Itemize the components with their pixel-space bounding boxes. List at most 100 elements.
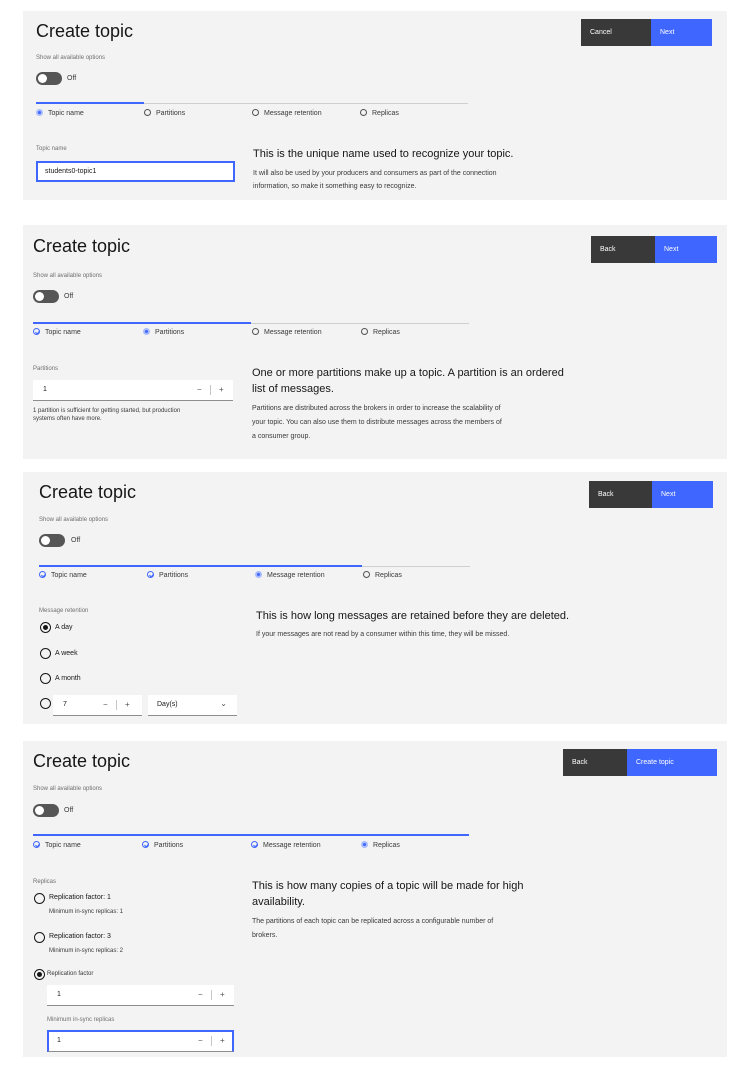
checkmark-outline-icon [251,841,258,848]
step-label: Replicas [375,572,402,579]
replicas-label: Replicas [33,879,57,885]
next-button[interactable]: Next [655,236,717,263]
description-body-line: If your messages are not read by a consu… [256,631,510,638]
retention-radio-custom[interactable] [40,698,51,709]
show-options-label: Show all available options [39,517,109,523]
increment-button[interactable]: + [219,385,224,394]
decrement-button[interactable]: − [197,385,202,394]
circle-outline-icon [252,109,259,116]
step-message-retention[interactable]: Message retention [252,109,322,119]
retention-radio-month[interactable] [40,673,51,684]
radio-filled-icon [361,841,368,848]
step-topic-name[interactable]: Topic name [39,571,87,581]
step-topic-name[interactable]: Topic name [33,328,81,338]
step-replicas[interactable]: Replicas [360,109,399,119]
step-message-retention[interactable]: Message retention [255,571,325,581]
replication-option-label: Replication factor [47,971,94,977]
min-insync-value: 1 [57,1037,61,1044]
circle-outline-icon [360,109,367,116]
step-topic-name[interactable]: Topic name [36,109,84,119]
replication-radio-1[interactable] [34,893,45,904]
step-message-retention[interactable]: Message retention [251,841,321,851]
back-button[interactable]: Back [563,749,627,776]
partitions-value: 1 [43,386,47,393]
circle-outline-icon [363,571,370,578]
stepper-divider [211,990,212,1000]
step-replicas[interactable]: Replicas [361,841,400,851]
toggle-state-label: Off [67,75,77,82]
toggle-knob [35,806,44,815]
step-partitions[interactable]: Partitions [144,109,185,119]
topic-name-input[interactable]: students0-topic1 [36,161,235,182]
next-button[interactable]: Next [652,481,713,508]
step-label: Replicas [372,110,399,117]
replication-radio-3[interactable] [34,932,45,943]
step-label: Replicas [373,842,400,849]
step-label: Topic name [45,329,81,336]
page-title: Create topic [33,236,131,256]
description-heading: This is how many copies of a topic will … [252,880,524,892]
retention-radio-week[interactable] [40,648,51,659]
min-insync-label: Minimum in-sync replicas [47,1017,115,1023]
replication-factor-input[interactable]: 1 − + [47,985,234,1006]
description-body-line: Partitions are distributed across the br… [252,405,501,412]
retention-option-label: A month [55,675,81,682]
step-replicas[interactable]: Replicas [361,328,400,338]
next-button[interactable]: Next [651,19,712,46]
step-message-retention[interactable]: Message retention [252,328,322,338]
show-options-label: Show all available options [33,786,103,792]
show-options-toggle[interactable] [39,534,65,547]
step-partitions[interactable]: Partitions [142,841,183,851]
show-options-label: Show all available options [33,273,103,279]
partitions-helper-text: systems often have more. [33,416,102,422]
step-label: Topic name [48,110,84,117]
replication-radio-custom[interactable] [34,969,45,980]
description-heading: availability. [252,896,305,908]
retention-option-label: A week [55,650,78,657]
retention-number-input[interactable]: 7 − + [53,695,142,716]
step-topic-name[interactable]: Topic name [33,841,81,851]
step-partitions[interactable]: Partitions [143,328,184,338]
create-topic-button[interactable]: Create topic [627,749,717,776]
description-heading: list of messages. [252,383,334,395]
retention-value: 7 [63,701,67,708]
partitions-number-input[interactable]: 1 − + [33,380,233,401]
increment-button[interactable]: + [125,700,130,709]
create-topic-panel-message-retention: Create topic Back Next Show all availabl… [23,472,727,724]
toggle-knob [38,74,47,83]
toggle-knob [41,536,50,545]
step-replicas[interactable]: Replicas [363,571,402,581]
min-insync-replicas-input[interactable]: 1 − + [47,1030,234,1052]
toggle-state-label: Off [71,537,81,544]
stepper-divider [210,385,211,395]
step-label: Topic name [45,842,81,849]
step-label: Message retention [267,572,325,579]
back-button[interactable]: Back [589,481,652,508]
stepper-divider [211,1036,212,1046]
step-label: Replicas [373,329,400,336]
description-body-line: a consumer group. [252,433,311,440]
description-body-line: The partitions of each topic can be repl… [252,918,494,925]
decrement-button[interactable]: − [198,990,203,999]
back-button[interactable]: Back [591,236,655,263]
decrement-button[interactable]: − [198,1036,203,1045]
replication-factor-value: 1 [57,991,61,998]
retention-radio-day[interactable] [40,622,51,633]
retention-unit-value: Day(s) [157,701,178,708]
radio-filled-icon [36,109,43,116]
replication-option-label: Replication factor: 3 [49,933,111,940]
increment-button[interactable]: + [220,1036,225,1045]
decrement-button[interactable]: − [103,700,108,709]
show-options-toggle[interactable] [36,72,62,85]
retention-unit-select[interactable]: Day(s) ⌄ [148,695,237,716]
checkmark-outline-icon [33,841,40,848]
show-options-toggle[interactable] [33,804,59,817]
circle-outline-icon [144,109,151,116]
increment-button[interactable]: + [220,990,225,999]
checkmark-outline-icon [147,571,154,578]
step-partitions[interactable]: Partitions [147,571,188,581]
cancel-button[interactable]: Cancel [581,19,651,46]
show-options-toggle[interactable] [33,290,59,303]
description-body-line: your topic. You can also use them to dis… [252,419,502,426]
circle-outline-icon [252,328,259,335]
